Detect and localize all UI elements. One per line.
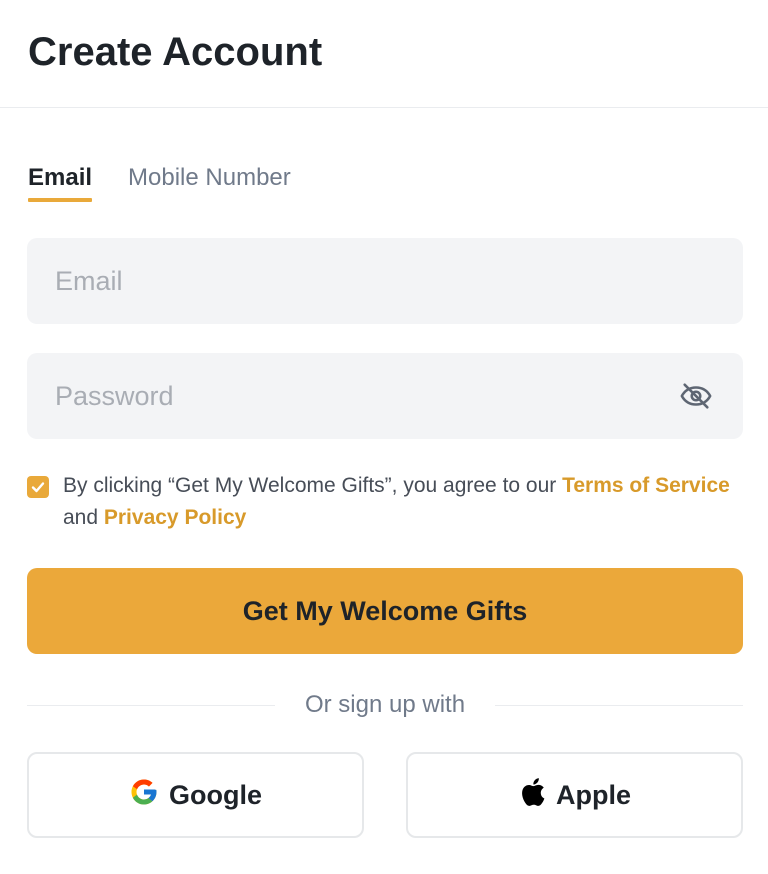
privacy-policy-link[interactable]: Privacy Policy — [104, 506, 246, 529]
consent-prefix: By clicking “Get My Welcome Gifts”, you … — [63, 474, 563, 497]
google-label: Google — [169, 779, 262, 810]
or-divider: Or sign up with — [27, 688, 744, 722]
header: Create Account — [0, 0, 768, 108]
apple-signup-button[interactable]: Apple — [406, 752, 743, 838]
apple-label: Apple — [555, 779, 631, 810]
terms-consent: By clicking “Get My Welcome Gifts”, you … — [27, 470, 743, 534]
password-field-container — [27, 353, 743, 439]
tab-email[interactable]: Email — [28, 160, 93, 204]
google-icon — [129, 777, 159, 814]
eye-slash-icon[interactable] — [677, 377, 715, 415]
terms-checkbox[interactable] — [27, 476, 49, 498]
email-input[interactable] — [55, 265, 715, 297]
divider-line-right — [495, 704, 744, 706]
divider-label: Or sign up with — [304, 691, 466, 718]
email-field-container — [27, 238, 743, 324]
consent-text: By clicking “Get My Welcome Gifts”, you … — [63, 470, 743, 534]
page-title: Create Account — [28, 30, 323, 74]
apple-icon — [518, 777, 546, 814]
consent-middle: and — [63, 506, 104, 529]
signup-method-tabs: Email Mobile Number — [28, 160, 291, 204]
google-signup-button[interactable]: Google — [27, 752, 364, 838]
password-input[interactable] — [55, 380, 677, 412]
divider-line-left — [27, 704, 275, 706]
terms-of-service-link[interactable]: Terms of Service — [562, 474, 730, 497]
get-welcome-gifts-button[interactable]: Get My Welcome Gifts — [27, 568, 743, 654]
tab-mobile-number[interactable]: Mobile Number — [128, 160, 291, 204]
